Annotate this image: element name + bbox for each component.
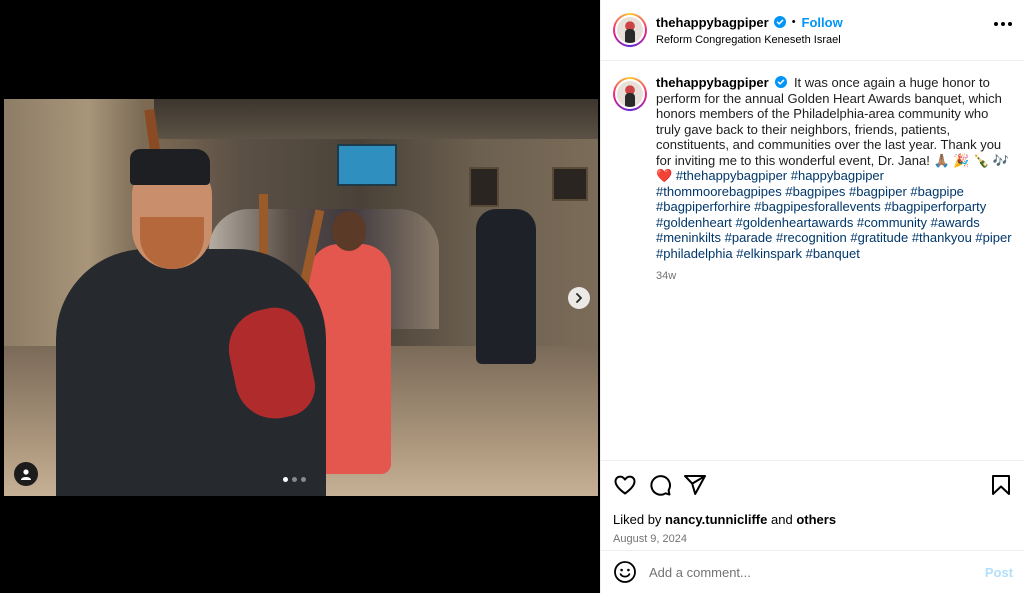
liked-by-prefix: Liked by	[613, 512, 662, 527]
photo-frame	[552, 167, 588, 201]
comment-bar: Post	[601, 550, 1024, 593]
carousel-indicator	[283, 477, 306, 482]
caption-body: thehappybagpiper It was once again a hug…	[656, 75, 1012, 285]
action-icons	[613, 473, 1013, 497]
post-photo[interactable]	[4, 99, 598, 496]
verified-badge-icon	[775, 76, 788, 88]
photo-piper-bonnet	[130, 149, 210, 185]
carousel-dot	[301, 477, 306, 482]
caption-time[interactable]: 34w	[656, 269, 1012, 285]
liked-by-user[interactable]: nancy.tunnicliffe	[665, 512, 767, 527]
comment-input[interactable]	[649, 564, 985, 580]
carousel-dot	[292, 477, 297, 482]
post-date[interactable]: August 9, 2024	[613, 533, 1013, 545]
more-dot	[1008, 22, 1012, 26]
liked-by-others[interactable]: others	[796, 512, 836, 527]
user-tags-button[interactable]	[14, 462, 38, 486]
profile-avatar[interactable]	[613, 13, 647, 47]
avatar-image	[615, 15, 645, 45]
comment-icon[interactable]	[648, 473, 672, 497]
follow-button[interactable]: Follow	[802, 15, 843, 30]
more-dot	[1001, 22, 1005, 26]
liked-by-and: and	[771, 512, 793, 527]
photo-ceiling	[154, 99, 598, 139]
heart-icon[interactable]	[613, 473, 637, 497]
likes-summary: Liked by nancy.tunnicliffe and others	[613, 512, 1013, 527]
chevron-right-icon	[576, 293, 582, 303]
post-location[interactable]: Reform Congregation Keneseth Israel	[656, 34, 843, 46]
carousel-dot	[283, 477, 288, 482]
author-username[interactable]: thehappybagpiper	[656, 15, 769, 30]
photo-woman-head	[332, 211, 366, 251]
share-icon[interactable]	[683, 473, 707, 497]
avatar-figure	[625, 29, 635, 43]
header-text: thehappybagpiper • Follow Reform Congreg…	[656, 15, 843, 46]
header-separator: •	[791, 16, 796, 28]
bookmark-icon[interactable]	[989, 473, 1013, 497]
next-slide-button[interactable]	[568, 287, 590, 309]
avatar-image	[615, 79, 645, 109]
caption-avatar[interactable]	[613, 77, 647, 111]
photo-screen	[337, 144, 397, 186]
emoji-icon[interactable]	[613, 560, 637, 584]
verified-badge-icon	[773, 16, 786, 28]
caption-text: It was once again a huge honor to perfor…	[656, 75, 1010, 183]
media-viewer	[0, 0, 600, 593]
post-comment-button[interactable]: Post	[985, 565, 1013, 580]
more-dot	[994, 22, 998, 26]
post-panel: thehappybagpiper • Follow Reform Congreg…	[600, 0, 1024, 593]
photo-frame	[469, 167, 499, 207]
post-caption: thehappybagpiper It was once again a hug…	[601, 61, 1024, 285]
photo-man	[476, 209, 536, 364]
post-actions: Liked by nancy.tunnicliffe and others Au…	[601, 460, 1024, 545]
more-options-icon[interactable]	[994, 22, 1012, 26]
avatar-figure	[625, 93, 635, 107]
caption-hashtags[interactable]: #thehappybagpiper #happybagpiper #thommo…	[656, 168, 1012, 261]
post-header: thehappybagpiper • Follow Reform Congreg…	[601, 0, 1024, 61]
user-tag-icon	[21, 469, 31, 480]
caption-username[interactable]: thehappybagpiper	[656, 75, 769, 90]
header-row: thehappybagpiper • Follow	[656, 15, 843, 30]
